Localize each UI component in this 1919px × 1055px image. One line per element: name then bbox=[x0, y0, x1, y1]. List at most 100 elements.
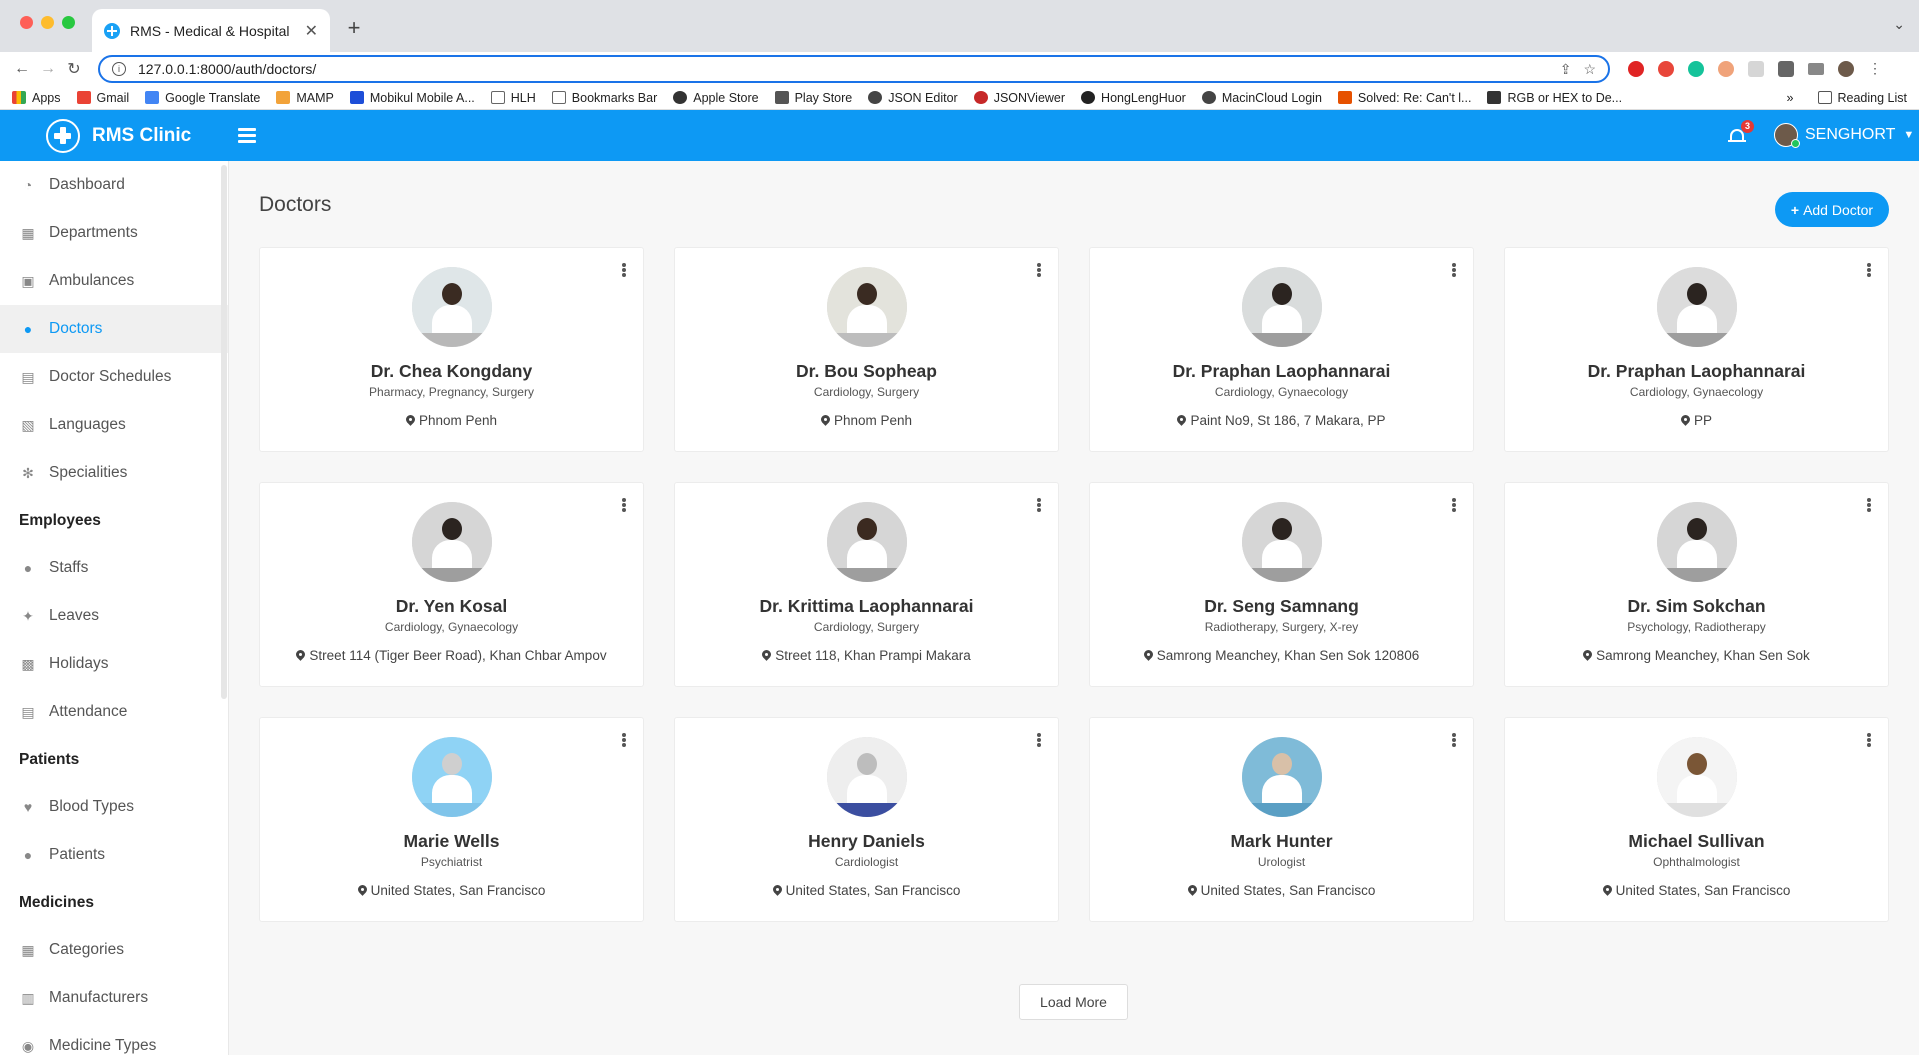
adblock-extension-icon[interactable] bbox=[1658, 61, 1674, 77]
doctor-card[interactable]: Dr. Bou Sopheap Cardiology, Surgery Phnom … bbox=[674, 247, 1059, 452]
bookmark-item[interactable]: Apps bbox=[12, 91, 61, 105]
brand[interactable]: RMS Clinic bbox=[0, 118, 229, 153]
doctor-name[interactable]: Dr. Sim Sokchan bbox=[1505, 596, 1888, 617]
media-icon[interactable] bbox=[1808, 63, 1824, 75]
sidebar-item-languages[interactable]: ▧ Languages bbox=[0, 401, 228, 449]
more-options-icon[interactable] bbox=[1448, 496, 1460, 514]
maximize-window-button[interactable] bbox=[62, 16, 75, 29]
doctor-card[interactable]: Michael Sullivan Ophthalmologist United St… bbox=[1504, 717, 1889, 922]
site-info-icon[interactable]: i bbox=[112, 62, 126, 76]
more-vertical-icon[interactable]: ⋮ bbox=[1868, 61, 1882, 77]
minimize-window-button[interactable] bbox=[41, 16, 54, 29]
doctor-card[interactable]: Dr. Chea Kongdany Pharmacy, Pregnancy, Su… bbox=[259, 247, 644, 452]
doctor-name[interactable]: Dr. Krittima Laophannarai bbox=[675, 596, 1058, 617]
opera-extension-icon[interactable] bbox=[1628, 61, 1644, 77]
doctor-name[interactable]: Dr. Chea Kongdany bbox=[260, 361, 643, 382]
sidebar-item-staffs[interactable]: ● Staffs bbox=[0, 544, 228, 592]
bookmark-item[interactable]: Play Store bbox=[774, 91, 852, 105]
more-options-icon[interactable] bbox=[618, 261, 630, 279]
sidebar-item-leaves[interactable]: ✦ Leaves bbox=[0, 592, 228, 640]
bookmark-item[interactable]: MacinCloud Login bbox=[1201, 91, 1322, 105]
doctor-card[interactable]: Henry Daniels Cardiologist United States, … bbox=[674, 717, 1059, 922]
doctor-name[interactable]: Dr. Praphan Laophannarai bbox=[1090, 361, 1473, 382]
doctor-name[interactable]: Michael Sullivan bbox=[1505, 831, 1888, 852]
tab-search-icon[interactable]: ⌄ bbox=[1893, 16, 1905, 33]
sidebar-item-medicine-types[interactable]: ◉ Medicine Types bbox=[0, 1022, 228, 1055]
browser-tab[interactable]: RMS - Medical & Hospital ✕ bbox=[92, 9, 330, 52]
doctor-name[interactable]: Dr. Yen Kosal bbox=[260, 596, 643, 617]
bookmark-item[interactable]: Solved: Re: Can't l... bbox=[1337, 91, 1471, 105]
puzzle-icon[interactable] bbox=[1778, 61, 1794, 77]
bookmark-item[interactable]: Mobikul Mobile A... bbox=[349, 91, 475, 105]
more-options-icon[interactable] bbox=[1033, 731, 1045, 749]
sidebar-item-ambulances[interactable]: ▣ Ambulances bbox=[0, 257, 228, 305]
more-options-icon[interactable] bbox=[1448, 261, 1460, 279]
bookmark-item[interactable]: HLH bbox=[490, 91, 536, 105]
profile-avatar[interactable] bbox=[1838, 61, 1854, 77]
close-window-button[interactable] bbox=[20, 16, 33, 29]
back-icon[interactable]: ← bbox=[10, 60, 34, 78]
screenshot-extension-icon[interactable] bbox=[1748, 61, 1764, 77]
bookmark-item[interactable]: JSONViewer bbox=[973, 91, 1065, 105]
address-bar[interactable]: i 127.0.0.1:8000/auth/doctors/ ⇪ ☆ bbox=[98, 55, 1610, 83]
more-bookmarks-icon[interactable]: » bbox=[1787, 91, 1794, 105]
more-options-icon[interactable] bbox=[1448, 731, 1460, 749]
reading-list-button[interactable]: Reading List bbox=[1817, 91, 1907, 105]
sidebar-item-attendance[interactable]: ▤ Attendance bbox=[0, 688, 228, 736]
doctor-name[interactable]: Marie Wells bbox=[260, 831, 643, 852]
more-options-icon[interactable] bbox=[618, 731, 630, 749]
sidebar-item-departments[interactable]: ▦ Departments bbox=[0, 209, 228, 257]
sidebar-scrollbar[interactable] bbox=[221, 165, 227, 699]
doctor-card[interactable]: Dr. Praphan Laophannarai Cardiology, Gyna… bbox=[1089, 247, 1474, 452]
bookmark-item[interactable]: Google Translate bbox=[145, 91, 260, 105]
doctor-name[interactable]: Henry Daniels bbox=[675, 831, 1058, 852]
sidebar-item-specialities[interactable]: ✻ Specialities bbox=[0, 449, 228, 497]
doctor-name[interactable]: Dr. Praphan Laophannarai bbox=[1505, 361, 1888, 382]
sidebar-item-holidays[interactable]: ▩ Holidays bbox=[0, 640, 228, 688]
doctor-card[interactable]: Dr. Yen Kosal Cardiology, Gynaecology Stre… bbox=[259, 482, 644, 687]
more-options-icon[interactable] bbox=[618, 496, 630, 514]
doctor-card[interactable]: Dr. Praphan Laophannarai Cardiology, Gyna… bbox=[1504, 247, 1889, 452]
bookmark-item[interactable]: JSON Editor bbox=[868, 91, 958, 105]
forward-icon[interactable]: → bbox=[36, 60, 60, 78]
doctor-name[interactable]: Dr. Bou Sopheap bbox=[675, 361, 1058, 382]
grammarly-extension-icon[interactable] bbox=[1688, 61, 1704, 77]
more-options-icon[interactable] bbox=[1033, 261, 1045, 279]
doctor-card[interactable]: Dr. Seng Samnang Radiotherapy, Surgery, X… bbox=[1089, 482, 1474, 687]
face-extension-icon[interactable] bbox=[1718, 61, 1734, 77]
doctor-card[interactable]: Dr. Krittima Laophannarai Cardiology, Sur… bbox=[674, 482, 1059, 687]
load-more-button[interactable]: Load More bbox=[1019, 984, 1128, 1020]
sidebar-item-patients[interactable]: ● Patients bbox=[0, 831, 228, 879]
doctor-name[interactable]: Mark Hunter bbox=[1090, 831, 1473, 852]
new-tab-button[interactable]: + bbox=[340, 14, 368, 42]
bookmark-item[interactable]: Gmail bbox=[76, 91, 129, 105]
doctor-name[interactable]: Dr. Seng Samnang bbox=[1090, 596, 1473, 617]
add-doctor-button[interactable]: + Add Doctor bbox=[1775, 192, 1889, 227]
notifications-bell-icon[interactable]: 3 bbox=[1727, 120, 1754, 146]
sidebar-item-doctors[interactable]: ● Doctors bbox=[0, 305, 228, 353]
share-icon[interactable]: ⇪ bbox=[1560, 61, 1572, 78]
user-menu[interactable]: SENGHORT ▼ bbox=[1774, 123, 1914, 148]
bookmark-star-icon[interactable]: ☆ bbox=[1583, 61, 1596, 78]
bookmark-item[interactable]: Apple Store bbox=[673, 91, 759, 105]
sidebar-item-doctor-schedules[interactable]: ▤ Doctor Schedules bbox=[0, 353, 228, 401]
bookmark-item[interactable]: HongLengHuor bbox=[1081, 91, 1186, 105]
url-text[interactable]: 127.0.0.1:8000/auth/doctors/ bbox=[138, 61, 1548, 77]
sidebar-item-dashboard[interactable]: ◔ Dashboard bbox=[0, 161, 228, 209]
more-options-icon[interactable] bbox=[1863, 731, 1875, 749]
doctor-card[interactable]: Mark Hunter Urologist United States, San F… bbox=[1089, 717, 1474, 922]
more-options-icon[interactable] bbox=[1033, 496, 1045, 514]
reload-icon[interactable]: ↻ bbox=[62, 59, 86, 79]
menu-toggle-icon[interactable] bbox=[238, 125, 256, 146]
sidebar-item-manufacturers[interactable]: ▥ Manufacturers bbox=[0, 974, 228, 1022]
doctor-card[interactable]: Marie Wells Psychiatrist United States, Sa… bbox=[259, 717, 644, 922]
doctor-card[interactable]: Dr. Sim Sokchan Psychology, Radiotherapy S… bbox=[1504, 482, 1889, 687]
bookmark-item[interactable]: Bookmarks Bar bbox=[551, 91, 657, 105]
close-tab-icon[interactable]: ✕ bbox=[305, 21, 318, 41]
sidebar-item-categories[interactable]: ▦ Categories bbox=[0, 926, 228, 974]
bookmark-item[interactable]: RGB or HEX to De... bbox=[1487, 91, 1622, 105]
more-options-icon[interactable] bbox=[1863, 261, 1875, 279]
bookmark-item[interactable]: MAMP bbox=[276, 91, 334, 105]
more-options-icon[interactable] bbox=[1863, 496, 1875, 514]
sidebar-item-blood-types[interactable]: ♥ Blood Types bbox=[0, 783, 228, 831]
